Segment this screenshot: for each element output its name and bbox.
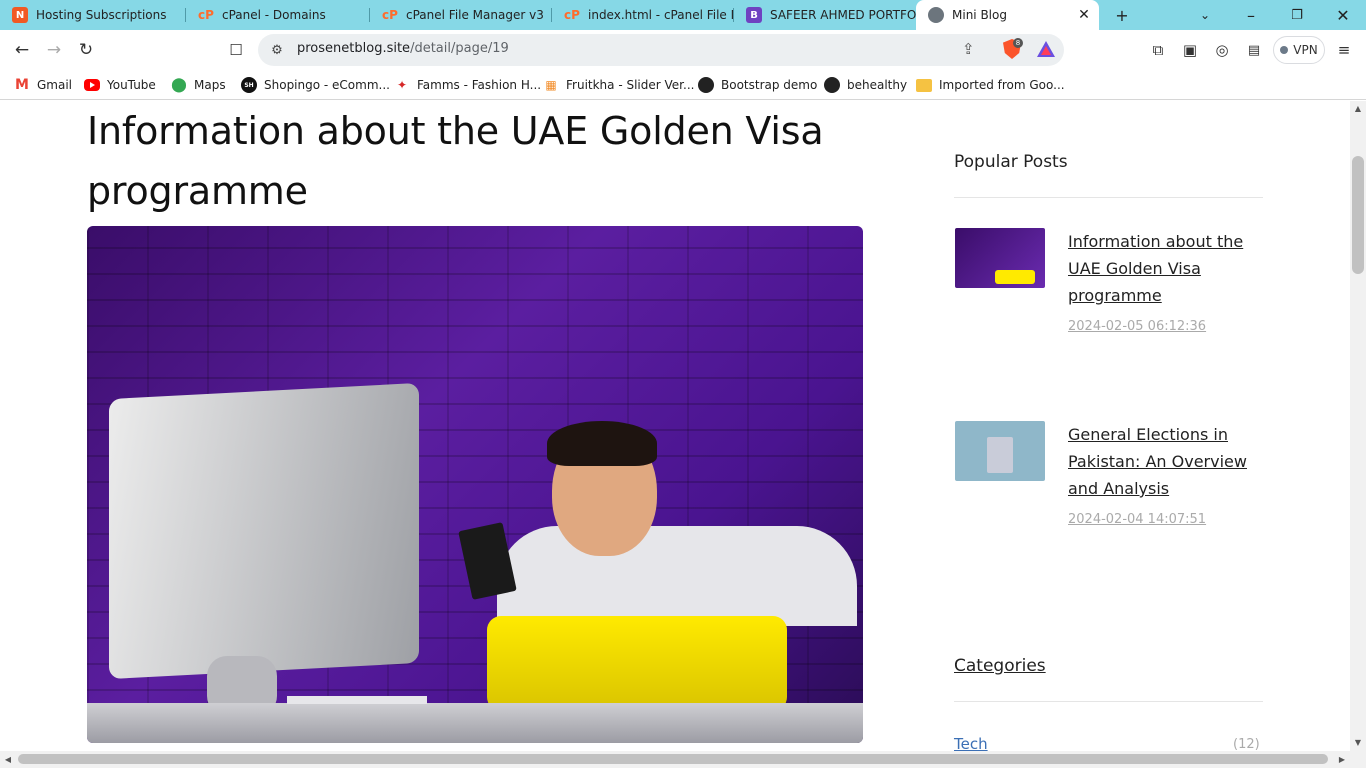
new-tab-button[interactable]: + [1099, 0, 1145, 30]
popular-post-date[interactable]: 2024-02-05 06:12:36 [1068, 319, 1206, 334]
maps-pin-icon: ⬤ [171, 77, 187, 93]
popular-post-title-link[interactable]: General Elections in Pakistan: An Overvi… [1068, 421, 1263, 502]
bookmark-imported-folder[interactable]: Imported from Goo... [916, 76, 1065, 94]
bookmark-label: Famms - Fashion H... [417, 78, 542, 92]
scroll-up-arrow-icon[interactable]: ▲ [1350, 101, 1366, 115]
computer-monitor-illustration [109, 382, 419, 680]
cpanel-icon: cP [564, 8, 580, 22]
close-tab-icon[interactable]: ✕ [1073, 7, 1095, 23]
desk-illustration [87, 703, 863, 743]
url-host: prosenetblog.site [297, 41, 411, 56]
tab-cpanel-domains[interactable]: cP cPanel - Domains [186, 0, 370, 30]
bookmark-gmail[interactable]: M Gmail [14, 76, 72, 94]
tab-mini-blog[interactable]: Mini Blog ✕ [916, 0, 1099, 30]
famms-icon: ✦ [396, 78, 408, 92]
bookmark-bootstrap-demo[interactable]: Bootstrap demo [698, 76, 817, 94]
menu-icon[interactable]: ≡ [1334, 40, 1354, 60]
vpn-label: VPN [1293, 43, 1318, 57]
post-title: Information about the UAE Golden Visa pr… [87, 109, 824, 213]
categories-heading[interactable]: Categories [954, 656, 1046, 676]
tab-index-html[interactable]: cP index.html - cPanel File Ma [552, 0, 734, 30]
restore-icon[interactable]: ❐ [1274, 0, 1320, 30]
window-close-icon[interactable]: ✕ [1320, 0, 1366, 30]
shopingo-icon: SH [241, 77, 257, 93]
url-text[interactable]: prosenetblog.site/detail/page/19 [297, 41, 509, 56]
fruitkha-icon: ▦ [545, 78, 557, 92]
post-featured-image [87, 226, 863, 743]
tab-strip: N Hosting Subscriptions cP cPanel - Doma… [0, 0, 1366, 30]
globe-icon [824, 77, 840, 93]
bookmark-label: Bootstrap demo [721, 78, 818, 92]
site-settings-icon[interactable]: ⚙ [268, 41, 286, 59]
tab-title: Mini Blog [952, 8, 1007, 22]
folder-icon [916, 78, 932, 92]
popular-posts-heading: Popular Posts [954, 152, 1068, 172]
scroll-left-arrow-icon[interactable]: ◀ [0, 751, 16, 768]
tab-search-icon[interactable]: ⌄ [1182, 0, 1228, 30]
bookmark-label: behealthy [847, 78, 908, 92]
yellow-suitcase-illustration [487, 616, 787, 711]
tab-title: SAFEER AHMED PORTFOLIO [770, 8, 916, 22]
horizontal-scrollbar-thumb[interactable] [18, 754, 1328, 764]
tab-portfolio[interactable]: B SAFEER AHMED PORTFOLIO [734, 0, 916, 30]
bookmark-label: Gmail [37, 78, 73, 92]
bookmark-label: Maps [194, 78, 226, 92]
reload-icon[interactable]: ↻ [72, 38, 100, 62]
keyboard-illustration [287, 696, 427, 704]
scroll-down-arrow-icon[interactable]: ▼ [1350, 735, 1366, 749]
bookmark-label: YouTube [107, 78, 156, 92]
scroll-right-arrow-icon[interactable]: ▶ [1334, 751, 1350, 768]
sidebar-icon[interactable]: ▣ [1180, 40, 1200, 60]
person-shirt-illustration [497, 526, 857, 626]
globe-icon [928, 7, 944, 23]
category-count: (12) [1233, 737, 1260, 752]
shield-count-badge: 8 [1013, 38, 1023, 48]
hosting-icon: N [12, 7, 28, 23]
tab-title: cPanel - Domains [222, 8, 326, 22]
bookmark-label: Fruitkha - Slider Ver... [566, 78, 695, 92]
back-icon[interactable]: ← [8, 38, 36, 62]
share-icon[interactable]: ⇪ [962, 40, 975, 58]
url-path: /detail/page/19 [410, 41, 509, 56]
divider [954, 701, 1263, 702]
tab-title: index.html - cPanel File Ma [588, 8, 734, 22]
bookmark-shopingo[interactable]: SH Shopingo - eComm... [241, 76, 390, 94]
minimize-icon[interactable]: – [1228, 0, 1274, 30]
tab-cpanel-file-manager[interactable]: cP cPanel File Manager v3 [370, 0, 552, 30]
vpn-button[interactable]: VPN [1273, 36, 1325, 64]
popular-post-title-link[interactable]: Information about the UAE Golden Visa pr… [1068, 228, 1263, 309]
popular-post-date[interactable]: 2024-02-04 14:07:51 [1068, 512, 1206, 527]
popular-post-thumbnail[interactable] [955, 421, 1045, 481]
bookmark-behealthy[interactable]: behealthy [824, 76, 907, 94]
cpanel-icon: cP [198, 8, 214, 22]
wallet-icon[interactable]: ▤ [1244, 40, 1264, 60]
globe-icon [698, 77, 714, 93]
vpn-status-dot [1280, 46, 1289, 54]
tab-hosting-subscriptions[interactable]: N Hosting Subscriptions [0, 0, 186, 30]
tab-title: cPanel File Manager v3 [406, 8, 544, 22]
gmail-icon: M [15, 77, 29, 93]
brave-rewards-icon[interactable] [1037, 41, 1055, 57]
forward-icon[interactable]: → [40, 38, 68, 62]
leo-ai-icon[interactable]: ◎ [1212, 40, 1232, 60]
bookmark-label: Shopingo - eComm... [264, 78, 390, 92]
vertical-scrollbar-thumb[interactable] [1352, 156, 1364, 274]
bookmark-youtube[interactable]: YouTube [84, 76, 156, 94]
divider [954, 197, 1263, 198]
tab-title: Hosting Subscriptions [36, 8, 167, 22]
bookmark-label: Imported from Goo... [939, 78, 1065, 92]
bookmark-fruitkha[interactable]: ▦ Fruitkha - Slider Ver... [543, 76, 694, 94]
cpanel-icon: cP [382, 8, 398, 22]
bookmark-icon[interactable]: ☐ [222, 38, 250, 62]
youtube-icon [84, 79, 100, 91]
bookmark-famms[interactable]: ✦ Famms - Fashion H... [394, 76, 541, 94]
person-hair-illustration [547, 421, 657, 466]
popular-post-thumbnail[interactable] [955, 228, 1045, 288]
bootstrap-icon: B [746, 7, 762, 23]
extensions-icon[interactable]: ⧉ [1148, 40, 1168, 60]
bookmark-maps[interactable]: ⬤ Maps [171, 76, 226, 94]
